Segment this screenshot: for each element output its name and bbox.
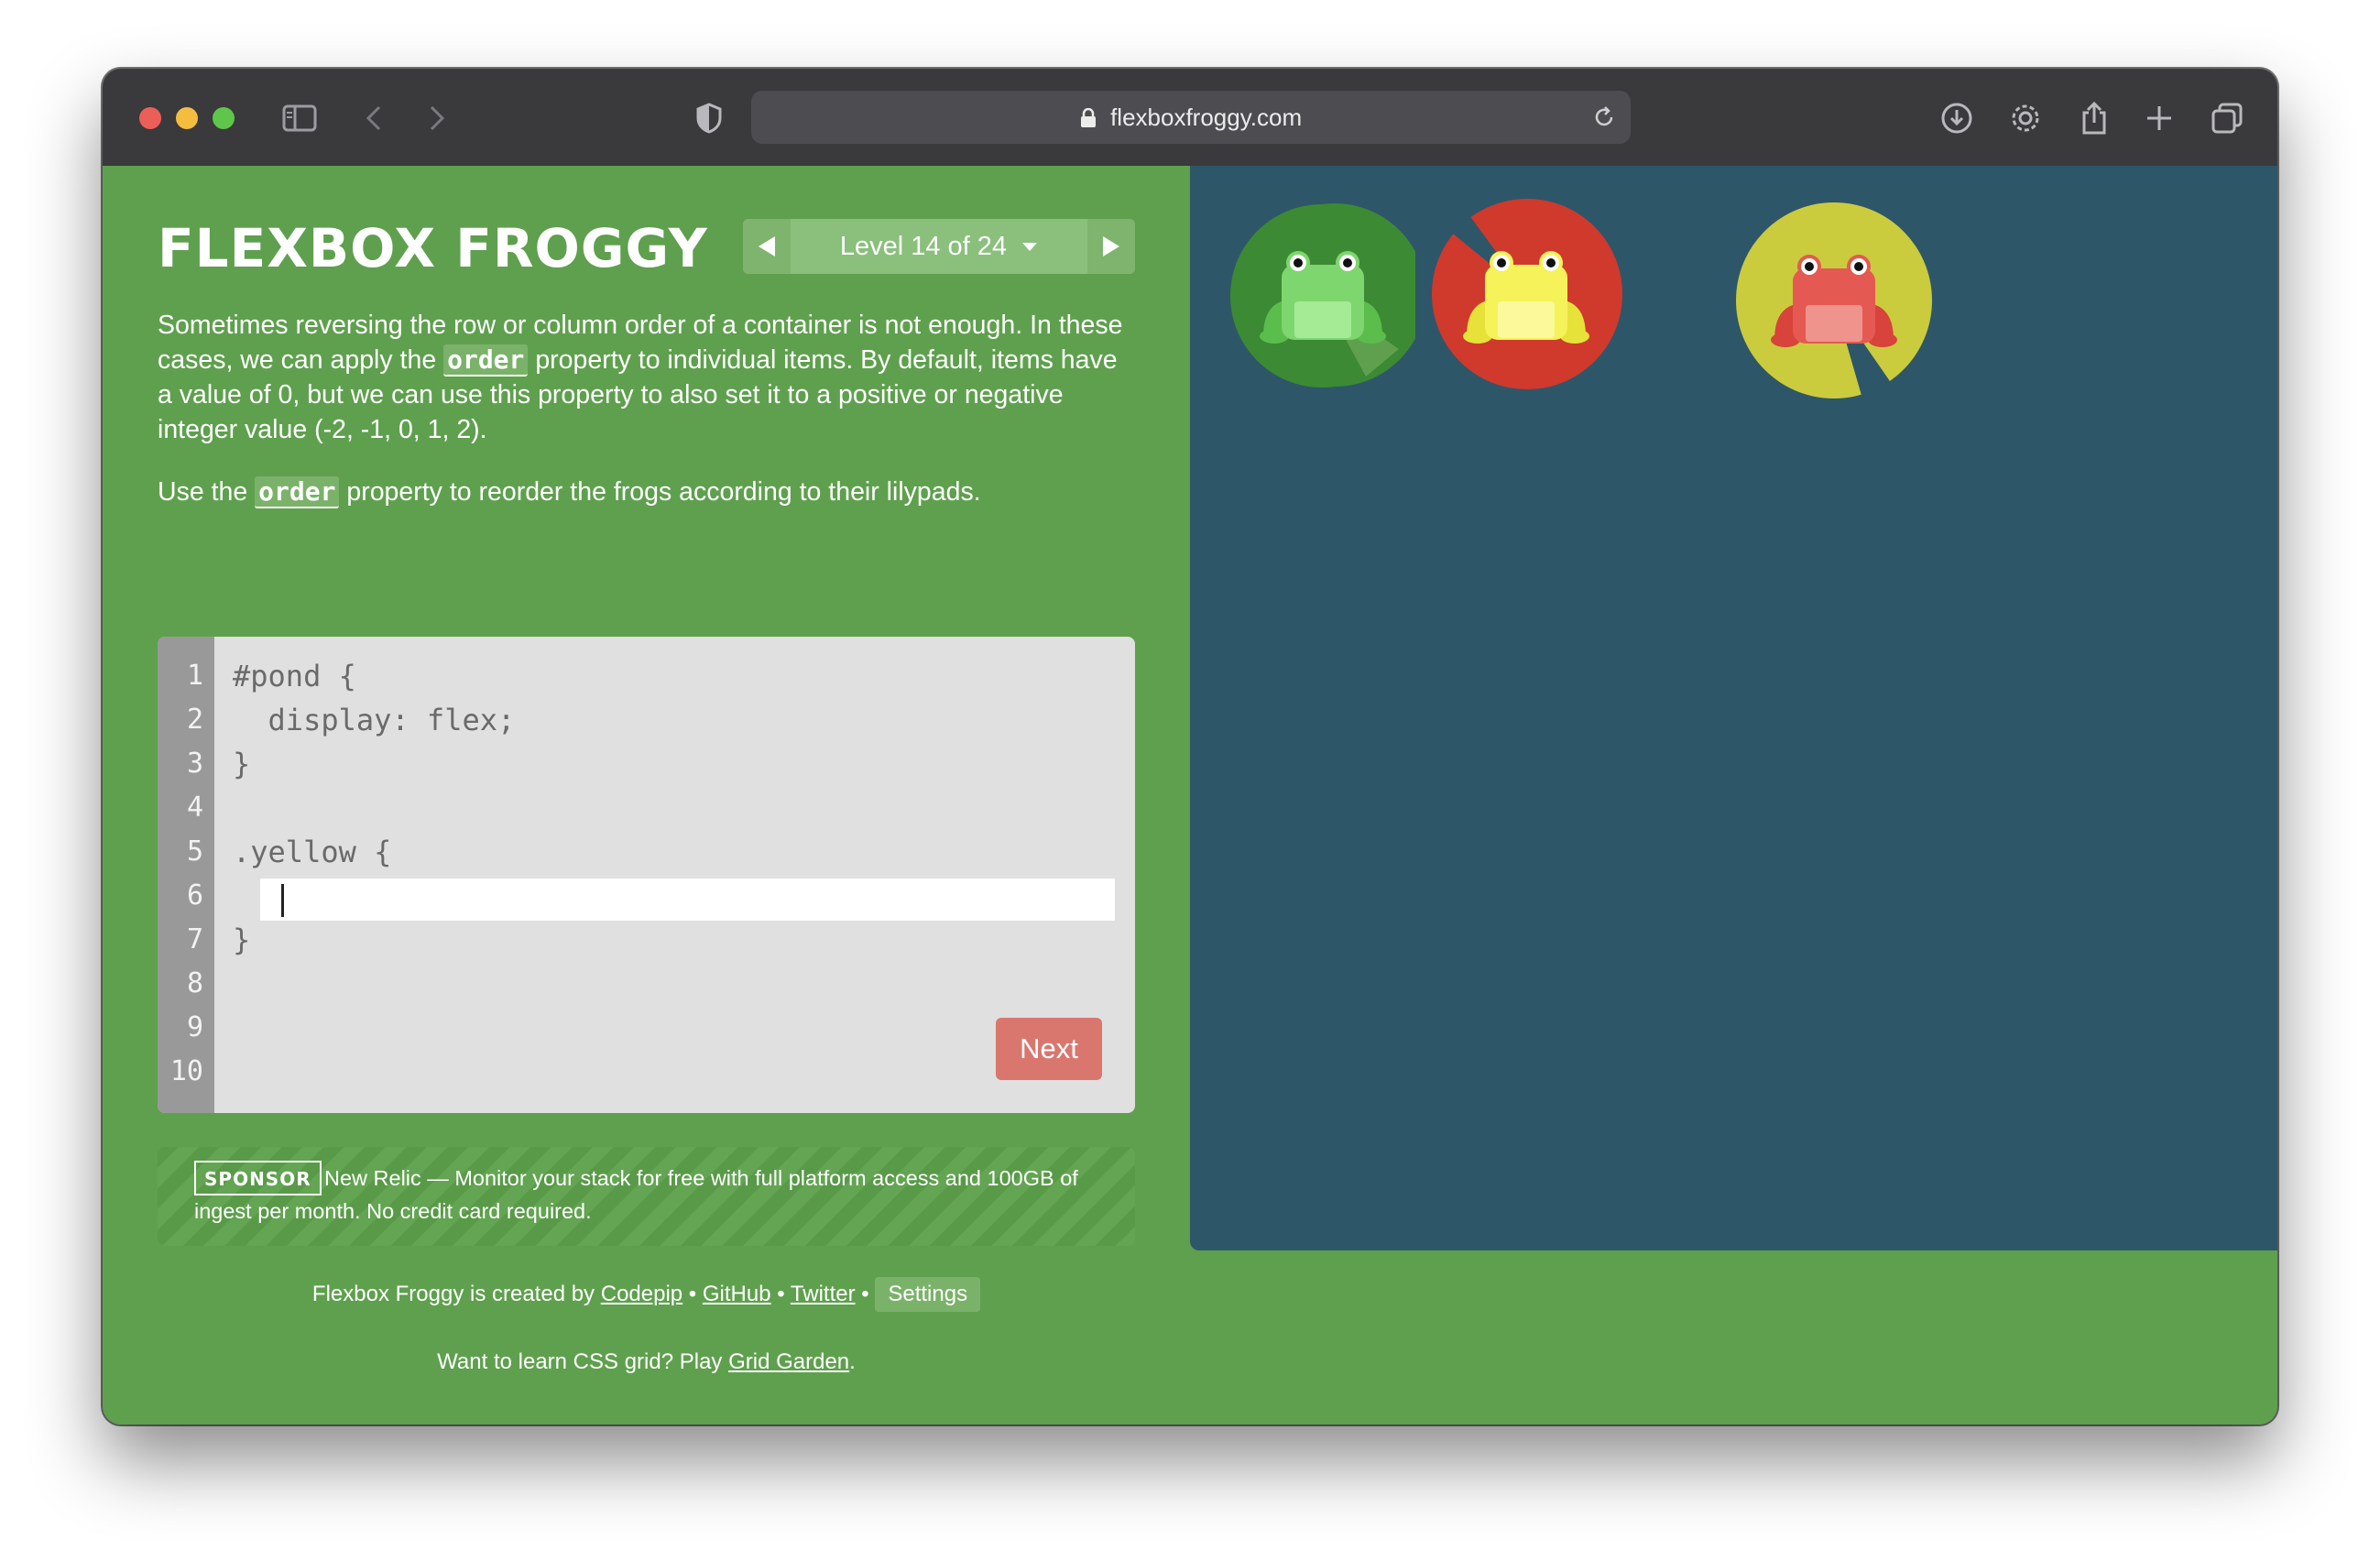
sponsor-banner[interactable]: New Relic — Monitor your stack for free …: [158, 1147, 1135, 1246]
code-keyword: order: [255, 476, 340, 508]
line-number: 7: [186, 923, 203, 955]
zoom-window-button[interactable]: [213, 107, 235, 129]
line-number: 9: [186, 1011, 203, 1043]
instructions-panel: FLEXBOX FROGGY Level 14 of 24 Sometimes …: [103, 166, 1190, 1425]
code-line: display: flex;: [233, 703, 516, 737]
pond-board: [1190, 166, 2277, 1250]
back-icon[interactable]: [352, 96, 396, 140]
tab-overview-icon[interactable]: [2205, 96, 2249, 140]
text-cursor: [281, 884, 284, 917]
line-number: 5: [186, 835, 203, 868]
level-label: Level 14 of 24: [839, 232, 1008, 261]
browser-window: flexboxfroggy.com FLEXBOX FROGGY Level 1…: [103, 69, 2277, 1425]
instruction-text: property to reorder the frogs according …: [339, 477, 981, 507]
settings-button[interactable]: Settings: [875, 1277, 981, 1312]
browser-toolbar: flexboxfroggy.com: [103, 69, 2277, 168]
grid-garden-promo: Want to learn CSS grid? Play Grid Garden…: [158, 1344, 1135, 1381]
codepip-link[interactable]: Codepip: [601, 1282, 682, 1306]
code-keyword: order: [443, 344, 529, 377]
minimize-window-button[interactable]: [176, 107, 198, 129]
instruction-text: Use the: [158, 477, 256, 507]
line-number: 1: [186, 660, 203, 692]
line-number: 10: [169, 1055, 203, 1087]
triangle-right-icon: [1103, 236, 1119, 257]
line-number-gutter: 1 2 3 4 5 6 7 8 9 10: [158, 637, 214, 1113]
caret-down-icon: [1022, 243, 1038, 251]
frog-red: [1771, 255, 1897, 347]
game-title: FLEXBOX FROGGY: [158, 217, 708, 279]
code-line: #pond {: [233, 659, 356, 693]
github-link[interactable]: GitHub: [703, 1282, 771, 1306]
page-content: FLEXBOX FROGGY Level 14 of 24 Sometimes …: [103, 166, 2277, 1425]
line-number: 8: [186, 967, 203, 999]
sponsor-tag: SPONSOR: [194, 1161, 322, 1195]
code-line: }: [233, 922, 251, 957]
lock-icon: [1080, 104, 1110, 131]
instruction-paragraph: Sometimes reversing the row or column or…: [158, 308, 1129, 447]
line-number: 6: [186, 879, 203, 911]
sponsor-text: New Relic — Monitor your stack for free …: [194, 1166, 1078, 1223]
frog-green: [1260, 251, 1386, 344]
separator: •: [682, 1282, 703, 1306]
sidebar-toggle-icon[interactable]: [278, 96, 322, 140]
next-level-button[interactable]: [1087, 219, 1135, 274]
address-bar[interactable]: flexboxfroggy.com: [751, 91, 1631, 144]
close-window-button[interactable]: [139, 107, 161, 129]
frog-yellow: [1463, 251, 1589, 344]
promo-suffix: .: [849, 1349, 856, 1374]
share-icon[interactable]: [2072, 96, 2116, 140]
code-line: }: [233, 747, 251, 781]
level-instructions: Sometimes reversing the row or column or…: [158, 308, 1129, 537]
level-select[interactable]: Level 14 of 24: [791, 219, 1087, 274]
line-number: 4: [186, 791, 203, 824]
previous-level-button[interactable]: [743, 219, 791, 274]
separator: •: [855, 1282, 876, 1306]
url-display: flexboxfroggy.com: [751, 91, 1631, 144]
settings-gear-icon[interactable]: [2003, 96, 2047, 140]
next-button[interactable]: Next: [996, 1018, 1102, 1080]
privacy-shield-icon[interactable]: [687, 96, 731, 140]
credit-prefix: Flexbox Froggy is created by: [311, 1282, 601, 1306]
line-number: 2: [186, 704, 203, 736]
triangle-left-icon: [759, 236, 775, 257]
css-answer-input[interactable]: [260, 879, 1115, 921]
instruction-paragraph: Use the order property to reorder the fr…: [158, 475, 1129, 509]
credits-footer: Flexbox Froggy is created by Codepip • G…: [158, 1276, 1135, 1313]
level-navigator: Level 14 of 24: [743, 219, 1135, 274]
twitter-link[interactable]: Twitter: [791, 1282, 856, 1306]
downloads-icon[interactable]: [1935, 96, 1979, 140]
new-tab-plus-icon[interactable]: [2137, 96, 2181, 140]
forward-icon[interactable]: [415, 96, 459, 140]
grid-garden-link[interactable]: Grid Garden: [728, 1349, 849, 1374]
url-text: flexboxfroggy.com: [1110, 104, 1303, 131]
code-line: .yellow {: [233, 835, 392, 869]
css-editor: 1 2 3 4 5 6 7 8 9 10 #pond { display: fl…: [158, 637, 1135, 1113]
separator: •: [770, 1282, 791, 1306]
reload-icon[interactable]: [1590, 104, 1618, 131]
promo-prefix: Want to learn CSS grid? Play: [437, 1349, 729, 1374]
line-number: 3: [186, 748, 203, 780]
